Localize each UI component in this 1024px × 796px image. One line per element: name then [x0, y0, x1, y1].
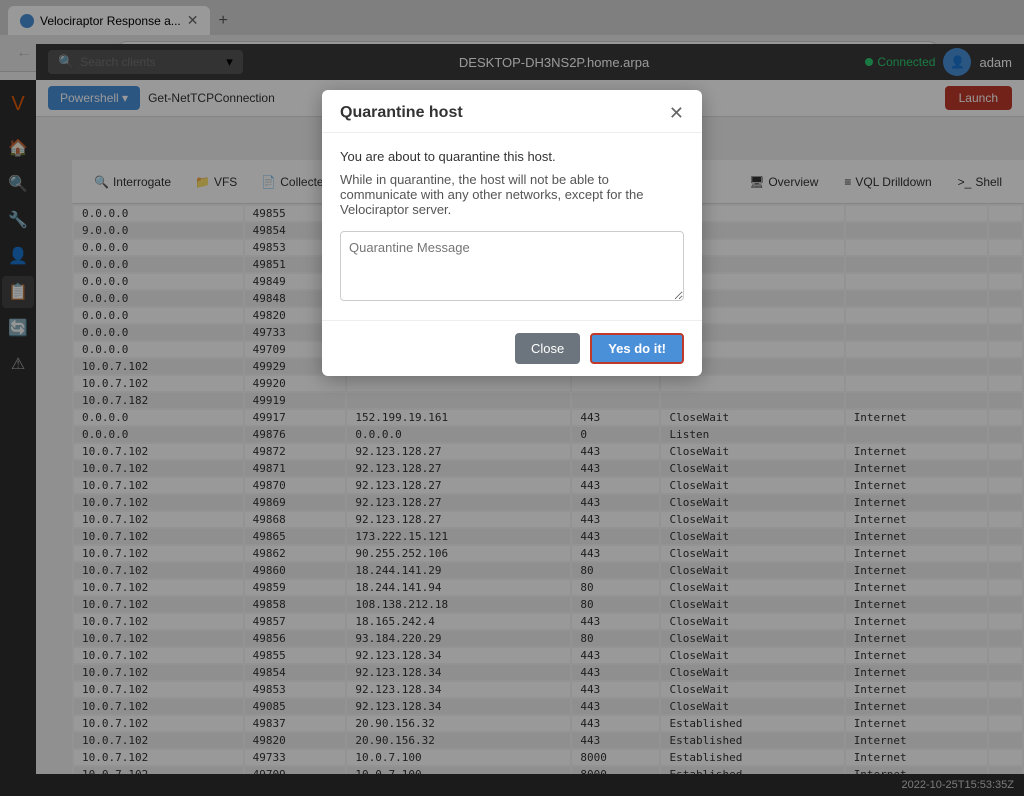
- modal-warning-text: You are about to quarantine this host.: [340, 149, 684, 164]
- modal-footer: Close Yes do it!: [322, 320, 702, 376]
- yes-do-it-button[interactable]: Yes do it!: [590, 333, 684, 364]
- modal-close-x-button[interactable]: ✕: [669, 104, 684, 122]
- modal-title: Quarantine host: [340, 104, 463, 122]
- modal-header: Quarantine host ✕: [322, 90, 702, 133]
- quarantine-message-input[interactable]: [340, 231, 684, 301]
- quarantine-modal: Quarantine host ✕ You are about to quara…: [322, 90, 702, 376]
- modal-info-text: While in quarantine, the host will not b…: [340, 172, 684, 217]
- modal-body: You are about to quarantine this host. W…: [322, 133, 702, 320]
- modal-overlay: Quarantine host ✕ You are about to quara…: [0, 0, 1024, 796]
- close-button[interactable]: Close: [515, 333, 580, 364]
